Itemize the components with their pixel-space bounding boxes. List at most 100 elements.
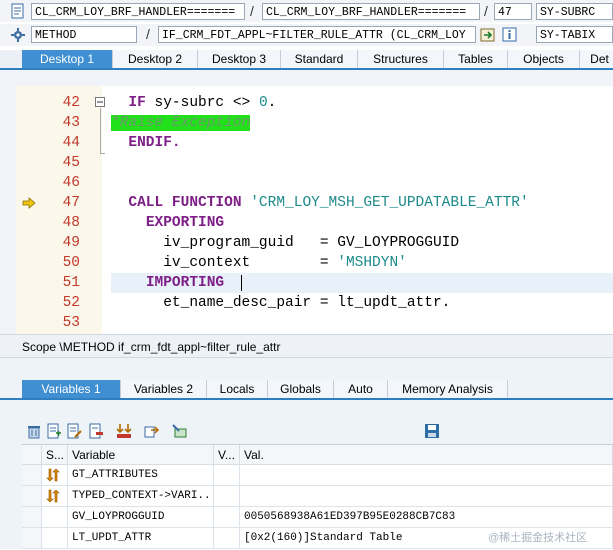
info-icon[interactable] [502, 27, 518, 43]
status-cell [42, 486, 68, 507]
row-selector[interactable] [22, 465, 42, 486]
text-cursor [241, 275, 242, 291]
keyword: ENDIF. [128, 135, 181, 151]
keyword: IMPORTING [145, 275, 225, 291]
line-number: 47 [62, 195, 80, 211]
tab-locals[interactable]: Locals [207, 380, 268, 398]
separator: / [146, 26, 150, 42]
col-header-variable[interactable]: Variable [68, 445, 214, 465]
col-header-v[interactable]: V... [214, 445, 240, 465]
tab-details[interactable]: Det [580, 50, 613, 68]
fold-collapse-icon[interactable] [95, 97, 105, 107]
display-object-icon[interactable] [10, 3, 26, 19]
fold-margin [102, 86, 111, 334]
method-name-field[interactable]: IF_CRM_FDT_APPL~FILTER_RULE_ATTR (CL_CRM… [158, 26, 476, 43]
program-field[interactable]: CL_CRM_LOY_BRF_HANDLER======= [31, 3, 245, 20]
code-text: et_name_desc_pair = lt_updt_attr. [111, 295, 451, 311]
sysvar-tabix-field[interactable]: SY-TABIX [536, 26, 613, 43]
variable-cell[interactable]: GV_LOYPROGGUID [68, 507, 214, 528]
comment: *Raise Exception [111, 115, 251, 131]
v-cell [214, 507, 240, 528]
delete-row-icon[interactable] [88, 423, 104, 439]
code-text: sy-subrc <> [145, 95, 259, 111]
row-selector[interactable] [22, 486, 42, 507]
code-line[interactable]: et_name_desc_pair = lt_updt_attr. [111, 293, 613, 313]
value-cell[interactable] [240, 465, 613, 486]
tab-variables-2[interactable]: Variables 2 [121, 380, 207, 398]
keyword: CALL FUNCTION [128, 195, 242, 211]
row-selector-header [22, 445, 42, 465]
sysvar-subrc-field[interactable]: SY-SUBRC [536, 3, 613, 20]
variable-cell[interactable]: GT_ATTRIBUTES [68, 465, 214, 486]
line-number: 43 [62, 115, 80, 131]
tab-auto[interactable]: Auto [334, 380, 388, 398]
row-selector[interactable] [22, 507, 42, 528]
status-cell [42, 465, 68, 486]
insert-row-icon[interactable] [46, 423, 62, 439]
code-line[interactable] [111, 173, 613, 193]
tab-objects[interactable]: Objects [508, 50, 580, 68]
transfer-arrows-icon[interactable] [116, 423, 132, 439]
code-line[interactable] [111, 313, 613, 333]
code-line[interactable]: CALL FUNCTION 'CRM_LOY_MSH_GET_UPDATABLE… [111, 193, 613, 213]
code-text: iv_program_guid = GV_LOYPROGGUID [111, 235, 460, 251]
variables-tab-bar: Variables 1 Variables 2 Locals Globals A… [0, 380, 613, 400]
string-literal: 'MSHDYN' [337, 255, 407, 271]
status-cell [42, 528, 68, 549]
code-line[interactable]: EXPORTING [111, 213, 613, 233]
desktop-tab-bar: Desktop 1 Desktop 2 Desktop 3 Standard S… [0, 50, 613, 70]
tab-structures[interactable]: Structures [358, 50, 444, 68]
tab-desktop-3[interactable]: Desktop 3 [198, 50, 281, 68]
save-icon[interactable] [424, 423, 440, 439]
value-cell[interactable] [240, 486, 613, 507]
tab-desktop-1[interactable]: Desktop 1 [22, 50, 113, 68]
string-literal: 'CRM_LOY_MSH_GET_UPDATABLE_ATTR' [250, 195, 529, 211]
block-kind-field[interactable]: METHOD [31, 26, 137, 43]
code-line[interactable]: IMPORTING [111, 273, 613, 293]
code-line[interactable]: IF sy-subrc <> 0. [111, 93, 613, 113]
line-number: 51 [62, 275, 80, 291]
line-number-field[interactable]: 47 [494, 3, 532, 20]
edit-row-icon[interactable] [66, 423, 82, 439]
col-header-value[interactable]: Val. [240, 445, 613, 465]
highlight-icon[interactable] [172, 423, 188, 439]
export-icon[interactable] [144, 423, 160, 439]
trash-icon[interactable] [26, 423, 42, 439]
code-line[interactable]: iv_program_guid = GV_LOYPROGGUID [111, 233, 613, 253]
change-value-icon [46, 468, 60, 482]
header-row-1: CL_CRM_LOY_BRF_HANDLER======= / CL_CRM_L… [0, 0, 613, 22]
line-number: 50 [62, 255, 80, 271]
line-number: 53 [62, 315, 80, 331]
number-literal: 0 [258, 95, 268, 111]
watermark: @稀土掘金技术社区 [488, 532, 588, 544]
change-value-icon [46, 489, 60, 503]
code-text: iv_context = [111, 255, 338, 271]
variable-cell[interactable]: TYPED_CONTEXT->VARI... [68, 486, 214, 507]
method-gear-icon [11, 28, 25, 42]
code-line[interactable]: ENDIF. [111, 133, 613, 153]
code-line[interactable]: *Raise Exception [111, 113, 613, 133]
v-cell [214, 528, 240, 549]
code-line[interactable] [111, 153, 613, 173]
tab-tables[interactable]: Tables [444, 50, 508, 68]
col-header-status[interactable]: S... [42, 445, 68, 465]
navigate-icon[interactable] [480, 27, 496, 43]
tab-desktop-2[interactable]: Desktop 2 [113, 50, 198, 68]
include-field[interactable]: CL_CRM_LOY_BRF_HANDLER======= [262, 3, 480, 20]
tab-memory-analysis[interactable]: Memory Analysis [388, 380, 508, 398]
tab-standard[interactable]: Standard [281, 50, 358, 68]
line-number: 44 [62, 135, 80, 151]
status-cell [42, 507, 68, 528]
variable-cell[interactable]: LT_UPDT_ATTR [68, 528, 214, 549]
line-number: 45 [62, 155, 80, 171]
tab-globals[interactable]: Globals [268, 380, 334, 398]
row-selector[interactable] [22, 528, 42, 549]
value-cell[interactable]: 0050568938A61ED397B95E0288CB7C83 [240, 507, 613, 528]
code-line[interactable]: iv_context = 'MSHDYN' [111, 253, 613, 273]
tab-variables-1[interactable]: Variables 1 [22, 380, 121, 398]
